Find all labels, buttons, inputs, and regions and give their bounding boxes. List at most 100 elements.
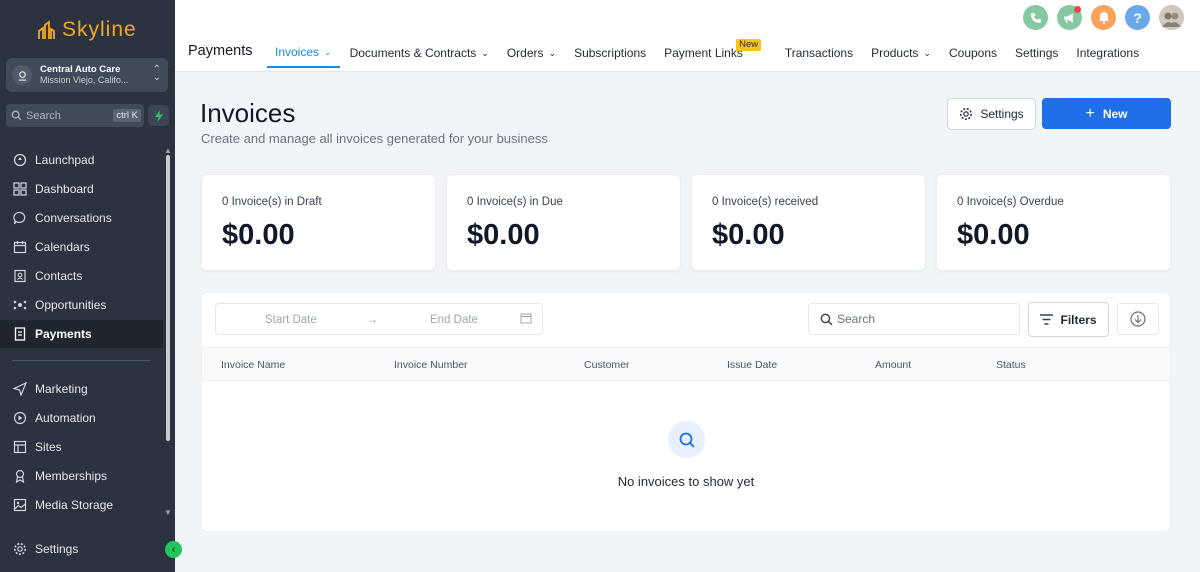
contacts-icon	[12, 268, 28, 284]
tab-documents-contracts[interactable]: Documents & Contracts ⌄	[342, 38, 497, 68]
search-shortcut: ctrl K	[113, 109, 141, 122]
chevron-down-icon: ⌄	[923, 47, 931, 58]
sidebar-item-payments[interactable]: Payments	[0, 320, 163, 348]
start-date-input[interactable]: Start Date	[265, 314, 317, 326]
scroll-up-arrow[interactable]: ▲	[164, 146, 172, 155]
page-title: Invoices	[200, 98, 296, 128]
top-header: ? Payments Invoices ⌄ Documents & Contrac…	[175, 0, 1200, 72]
user-avatar[interactable]	[1159, 5, 1184, 30]
membership-icon	[12, 468, 28, 484]
chat-icon	[12, 210, 28, 226]
tab-integrations[interactable]: Integrations	[1068, 38, 1147, 68]
stat-card-draft: 0 Invoice(s) in Draft $0.00	[201, 174, 436, 271]
sidebar-item-label: Memberships	[35, 469, 108, 483]
location-name: Central Auto Care	[40, 64, 121, 75]
search-placeholder: Search	[837, 312, 876, 326]
payments-tabs: Invoices ⌄ Documents & Contracts ⌄ Orders ⌄…	[267, 38, 1149, 68]
tab-label: Orders	[506, 46, 544, 60]
location-switcher[interactable]: Central Auto Care Mission Viejo, Califo.…	[6, 58, 168, 92]
calendar-icon	[12, 239, 28, 255]
tab-label: Payment Links	[664, 46, 743, 60]
tab-subscriptions[interactable]: Subscriptions	[566, 38, 654, 68]
arrow-right-icon: →	[366, 312, 378, 326]
tab-coupons[interactable]: Coupons	[941, 38, 1005, 68]
tab-orders[interactable]: Orders ⌄	[499, 38, 564, 68]
plus-icon: +	[1085, 104, 1095, 122]
sidebar-item-settings[interactable]: Settings	[0, 535, 163, 563]
end-date-input[interactable]: End Date	[430, 314, 478, 326]
sidebar-item-media-storage[interactable]: Media Storage	[0, 491, 163, 519]
sidebar-item-contacts[interactable]: Contacts	[0, 262, 163, 290]
brand-logo[interactable]: Skyline	[36, 18, 137, 42]
filter-icon	[1040, 314, 1054, 325]
stat-label: 0 Invoice(s) in Due	[467, 196, 563, 208]
settings-button-label: Settings	[980, 107, 1024, 121]
sidebar: Skyline Central Auto Care Mission Viejo,…	[0, 0, 182, 572]
filters-label: Filters	[1060, 312, 1097, 327]
sidebar-divider	[12, 360, 150, 361]
invoices-table-panel: Start Date → End Date Search Filters Inv…	[201, 292, 1171, 532]
stat-label: 0 Invoice(s) received	[712, 196, 819, 208]
page-subtitle: Create and manage all invoices generated…	[201, 131, 548, 146]
chevron-down-icon: ⌄	[481, 47, 489, 58]
column-header[interactable]: Issue Date	[727, 359, 777, 371]
opportunities-icon	[12, 297, 28, 313]
settings-button[interactable]: Settings	[947, 98, 1036, 130]
sidebar-item-marketing[interactable]: Marketing	[0, 375, 163, 403]
new-button-label: New	[1102, 106, 1128, 121]
sidebar-item-automation[interactable]: Automation	[0, 404, 163, 432]
sidebar-item-label: Calendars	[35, 240, 90, 254]
gear-icon	[960, 107, 973, 121]
empty-state-message: No invoices to show yet	[617, 474, 755, 489]
filters-button[interactable]: Filters	[1028, 302, 1109, 337]
sidebar-item-sites[interactable]: Sites	[0, 433, 163, 461]
tab-payment-links[interactable]: Payment Links New	[656, 38, 762, 68]
tab-settings[interactable]: Settings	[1007, 38, 1066, 68]
invoice-search-input[interactable]: Search	[808, 303, 1020, 335]
sidebar-item-conversations[interactable]: Conversations	[0, 204, 163, 232]
stat-value: $0.00	[222, 219, 295, 251]
sidebar-item-label: Contacts	[35, 269, 83, 283]
gear-icon	[12, 541, 28, 557]
tab-label: Settings	[1015, 46, 1059, 60]
sidebar-scrollbar[interactable]	[166, 155, 170, 441]
date-range-picker[interactable]: Start Date → End Date	[215, 303, 543, 335]
notification-dot	[1074, 6, 1081, 13]
send-icon	[12, 381, 28, 397]
column-header[interactable]: Amount	[875, 359, 911, 371]
download-icon	[1130, 311, 1146, 327]
sidebar-search[interactable]: Search ctrl K	[6, 104, 144, 127]
stat-value: $0.00	[712, 219, 785, 251]
bell-icon[interactable]	[1091, 5, 1116, 30]
empty-search-icon	[668, 421, 705, 458]
scroll-down-arrow[interactable]: ▼	[164, 508, 172, 517]
tab-transactions[interactable]: Transactions	[777, 38, 861, 68]
tab-label: Products	[871, 46, 919, 60]
collapse-sidebar-button[interactable]: ‹	[165, 541, 182, 558]
help-icon[interactable]: ?	[1125, 5, 1150, 30]
new-invoice-button[interactable]: + New	[1042, 98, 1171, 129]
media-icon	[12, 497, 28, 513]
stat-value: $0.00	[467, 219, 540, 251]
column-header[interactable]: Customer	[584, 359, 630, 371]
download-button[interactable]	[1117, 303, 1159, 335]
sidebar-item-calendars[interactable]: Calendars	[0, 233, 163, 261]
sidebar-item-launchpad[interactable]: Launchpad	[0, 146, 163, 174]
sidebar-item-opportunities[interactable]: Opportunities	[0, 291, 163, 319]
calendar-icon	[520, 312, 532, 327]
quick-action-button[interactable]	[148, 105, 169, 126]
megaphone-icon[interactable]	[1057, 5, 1082, 30]
tab-products[interactable]: Products ⌄	[863, 38, 939, 68]
phone-icon[interactable]	[1023, 5, 1048, 30]
search-icon	[820, 313, 833, 325]
column-header[interactable]: Invoice Number	[394, 359, 468, 371]
sidebar-item-label: Settings	[35, 542, 79, 556]
stat-value: $0.00	[957, 219, 1030, 251]
column-header[interactable]: Status	[996, 359, 1026, 371]
stat-card-due: 0 Invoice(s) in Due $0.00	[446, 174, 681, 271]
column-header[interactable]: Invoice Name	[221, 359, 285, 371]
tab-invoices[interactable]: Invoices ⌄	[267, 38, 340, 68]
sidebar-item-dashboard[interactable]: Dashboard	[0, 175, 163, 203]
sidebar-item-memberships[interactable]: Memberships	[0, 462, 163, 490]
tab-label: Integrations	[1076, 46, 1140, 60]
